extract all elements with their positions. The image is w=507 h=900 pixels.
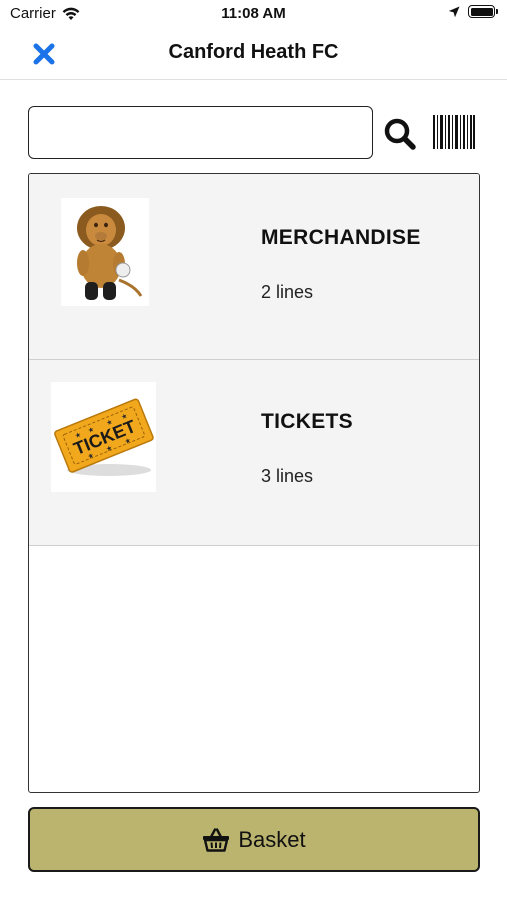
basket-label: Basket bbox=[238, 826, 306, 852]
battery-icon bbox=[468, 5, 498, 18]
category-row-tickets[interactable]: TICKET ★ ★ ★ ★ ★ ★ ★ TICKETS 3 lines bbox=[29, 360, 479, 546]
category-row-merchandise[interactable]: MERCHANDISE 2 lines bbox=[29, 174, 479, 360]
category-line-count: 2 lines bbox=[261, 282, 314, 302]
nav-bar: Canford Heath FC bbox=[0, 28, 507, 80]
barcode-scan-button[interactable] bbox=[433, 115, 475, 149]
barcode-icon bbox=[433, 115, 475, 149]
category-line-count: 3 lines bbox=[261, 466, 314, 486]
tickets-thumbnail: TICKET ★ ★ ★ ★ ★ ★ ★ bbox=[51, 382, 156, 492]
status-right bbox=[448, 5, 498, 18]
status-bar: Carrier 11:08 AM bbox=[0, 0, 507, 28]
category-name: TICKETS bbox=[261, 410, 353, 433]
ticket-icon: TICKET ★ ★ ★ ★ ★ ★ ★ bbox=[54, 398, 154, 476]
basket-icon bbox=[203, 827, 230, 852]
search-input[interactable] bbox=[28, 106, 373, 159]
category-name: MERCHANDISE bbox=[261, 226, 421, 249]
basket-button[interactable]: Basket bbox=[28, 807, 480, 872]
status-time: 11:08 AM bbox=[221, 5, 286, 22]
lion-plush-icon bbox=[77, 206, 143, 300]
location-arrow-icon bbox=[448, 6, 460, 17]
battery-fill bbox=[470, 7, 493, 16]
magnifier-icon bbox=[384, 118, 416, 150]
search-button[interactable] bbox=[382, 116, 418, 152]
merchandise-thumbnail bbox=[61, 198, 149, 306]
category-list: MERCHANDISE 2 lines TICKET ★ ★ ★ ★ ★ ★ ★ bbox=[28, 173, 480, 793]
page-title: Canford Heath FC bbox=[168, 41, 339, 63]
